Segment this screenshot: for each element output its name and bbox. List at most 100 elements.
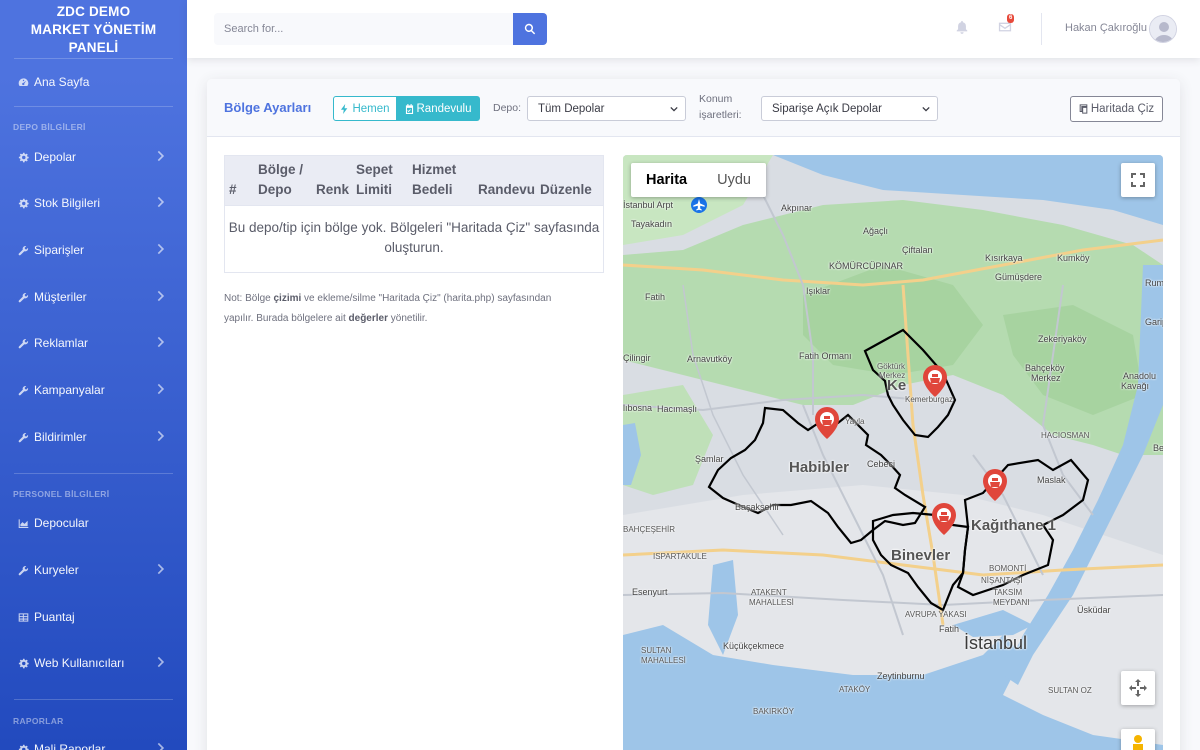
map-view[interactable]: İstanbul Arpt Tayakadın Akpınar Ağaçlı Ç…	[623, 155, 1163, 750]
th-bedeli: Bedeli	[412, 182, 453, 197]
map-label: HACIOSMAN	[1041, 431, 1090, 440]
brand-line-1: ZDC DEMO	[56, 4, 131, 19]
sidebar-item-siparisler[interactable]: Siparişler	[0, 230, 187, 270]
map-label: lıbosna	[623, 403, 653, 413]
sidebar-item-stok-bilgileri[interactable]: Stok Bilgileri	[0, 183, 187, 223]
move-arrows-icon	[1129, 679, 1147, 697]
map-label: Rumel	[1145, 278, 1163, 288]
map-label: Fatih	[939, 624, 960, 634]
sidebar-item-depolar[interactable]: Depolar	[0, 137, 187, 177]
randevulu-button[interactable]: Randevulu	[396, 96, 480, 121]
map-label: İstanbul Arpt	[623, 200, 674, 210]
note-text: ve ekleme/silme "Haritada Çiz" (harita.p…	[301, 293, 552, 304]
street-view-pegman[interactable]	[1121, 729, 1155, 750]
chevron-down-icon	[922, 106, 930, 112]
fullscreen-icon	[1131, 173, 1145, 187]
map-label: Hacımaşlı	[657, 404, 698, 414]
sidebar-item-reklamlar[interactable]: Reklamlar	[0, 323, 187, 363]
sidebar-divider	[14, 58, 173, 59]
sidebar: ZDC DEMO MARKET YÖNETİM PANELİ Ana Sayfa…	[0, 0, 187, 750]
note-bold: değerler	[348, 313, 388, 324]
randevulu-label: Randevulu	[416, 102, 472, 115]
map-type-uydu[interactable]: Uydu	[702, 163, 766, 197]
search-input[interactable]	[214, 13, 514, 45]
draw-on-map-button[interactable]: Haritada Çiz	[1070, 96, 1163, 122]
chevron-right-icon	[157, 430, 171, 444]
map-label: ISPARTAKULE	[653, 552, 707, 561]
sidebar-divider	[14, 473, 173, 474]
th-depo: Depo	[258, 182, 292, 197]
sidebar-item-mali-raporlar[interactable]: Mali Raporlar	[0, 729, 187, 750]
chevron-right-icon	[157, 336, 171, 350]
brand-line-2: MARKET YÖNETİM	[30, 22, 157, 37]
sidebar-item-kampanyalar[interactable]: Kampanyalar	[0, 370, 187, 410]
empty-table-message: Bu depo/tip için bölge yok. Bölgeleri "H…	[225, 218, 603, 258]
page-title: Bölge Ayarları	[224, 100, 312, 115]
user-name[interactable]: Hakan Çakıroğlu	[1065, 22, 1147, 34]
sidebar-item-kuryeler[interactable]: Kuryeler	[0, 550, 187, 590]
sidebar-item-label: Puantaj	[34, 610, 75, 624]
sidebar-item-depocular[interactable]: Depocular	[0, 503, 187, 543]
depo-select-value: Tüm Depolar	[538, 102, 605, 115]
messages-button[interactable]: 6	[998, 14, 1015, 36]
chevron-right-icon	[157, 150, 171, 164]
sidebar-item-label: Ana Sayfa	[34, 75, 90, 89]
sidebar-item-label: Depolar	[34, 150, 77, 164]
map-label: Ke	[887, 377, 907, 394]
bolt-icon	[341, 103, 348, 114]
th-sepet: Sepet	[356, 162, 393, 177]
region-settings-card: Bölge Ayarları Hemen Randevulu Depo: Tüm…	[207, 79, 1180, 750]
chevron-down-icon	[670, 106, 678, 112]
sidebar-item-musteriler[interactable]: Müşteriler	[0, 277, 187, 317]
konum-select[interactable]: Siparişe Açık Depolar	[761, 96, 938, 121]
camera-control-button[interactable]	[1121, 671, 1155, 705]
map-label: Ağaçlı	[863, 226, 889, 236]
map-canvas[interactable]	[623, 155, 1163, 750]
sidebar-heading-depo: DEPO BİLGİLERİ	[13, 122, 86, 132]
map-label: Işıklar	[806, 286, 831, 296]
sidebar-item-puantaj[interactable]: Puantaj	[0, 597, 187, 637]
map-label: Yayla	[845, 417, 865, 426]
topbar-divider	[1041, 13, 1042, 45]
empty-line-1: Bu depo/tip için bölge yok. Bölgeleri "H…	[228, 220, 600, 235]
topbar: 6 Hakan Çakıroğlu	[187, 0, 1200, 58]
hemen-button[interactable]: Hemen	[333, 96, 397, 121]
konum-select-value: Siparişe Açık Depolar	[772, 102, 882, 115]
draw-polygon-icon	[1079, 104, 1088, 114]
cog-icon	[16, 742, 30, 750]
sidebar-item-web-kullanicilari[interactable]: Web Kullanıcıları	[0, 643, 187, 683]
bell-icon	[956, 20, 968, 34]
map-label: Anadolu	[1123, 371, 1157, 381]
konum-label-2: işaretleri:	[699, 109, 742, 121]
map-label: Cebeci	[867, 459, 896, 469]
cog-icon	[16, 656, 30, 670]
sidebar-item-ana-sayfa[interactable]: Ana Sayfa	[0, 62, 187, 102]
wrench-icon	[16, 290, 30, 304]
sidebar-item-bildirimler[interactable]: Bildirimler	[0, 417, 187, 457]
alerts-button[interactable]	[955, 20, 971, 36]
pegman-icon	[1133, 735, 1143, 750]
map-label: ATAKENT	[751, 588, 787, 597]
sidebar-item-label: Müşteriler	[34, 290, 87, 304]
wrench-icon	[16, 563, 30, 577]
map-label: Kağıthane 1	[971, 517, 1057, 534]
search-button[interactable]	[513, 13, 547, 45]
message-count-badge: 6	[1007, 14, 1015, 23]
map-type-control: Harita Uydu	[631, 163, 766, 197]
sidebar-item-label: Depocular	[34, 516, 89, 530]
brand-logo[interactable]: ZDC DEMO MARKET YÖNETİM PANELİ	[0, 0, 187, 58]
map-label: SULTAN	[641, 646, 672, 655]
sidebar-item-label: Web Kullanıcıları	[34, 656, 125, 670]
sidebar-item-label: Reklamlar	[34, 336, 89, 350]
sidebar-item-label: Mali Raporlar	[34, 742, 106, 750]
map-label: SULTAN OZ	[1048, 686, 1092, 695]
depo-select[interactable]: Tüm Depolar	[527, 96, 686, 121]
avatar[interactable]	[1149, 15, 1177, 43]
draw-on-map-label: Haritada Çiz	[1090, 103, 1155, 115]
search-icon	[524, 23, 536, 35]
fullscreen-button[interactable]	[1121, 163, 1155, 197]
card-header: Bölge Ayarları Hemen Randevulu Depo: Tüm…	[207, 79, 1180, 137]
th-index: #	[229, 182, 237, 197]
airport-icon	[691, 197, 707, 213]
map-type-harita[interactable]: Harita	[631, 163, 702, 197]
